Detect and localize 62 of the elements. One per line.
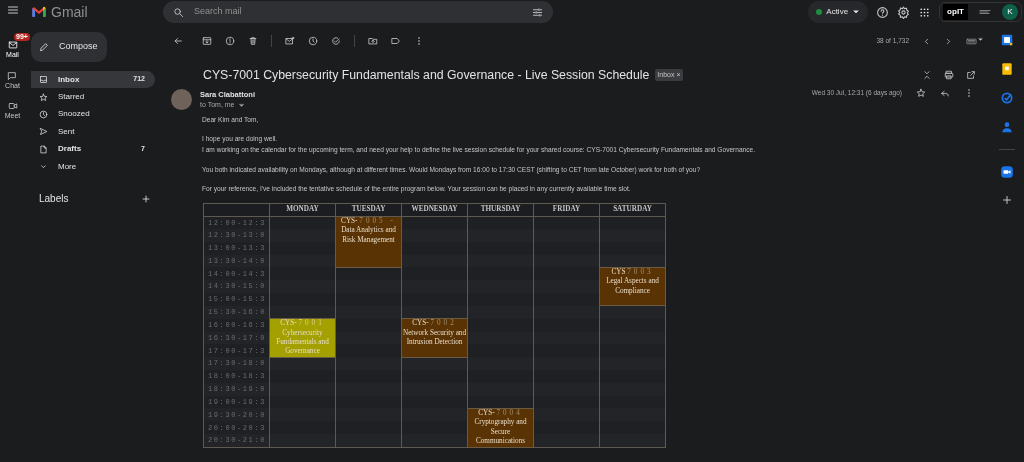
add-task-icon[interactable] [331,36,341,46]
search-icon[interactable] [173,6,184,18]
compose-button[interactable]: Compose [31,32,107,62]
snooze-icon[interactable] [308,36,318,46]
inbox-icon [39,75,48,85]
settings-icon[interactable] [897,5,911,19]
mail-icon [7,40,18,50]
print-icon[interactable] [944,70,954,80]
file-icon [39,144,48,154]
next-icon[interactable] [944,36,953,46]
caret-icon[interactable] [237,102,245,109]
clock-icon [39,109,48,119]
send-icon [39,127,48,137]
chat-icon [7,70,18,81]
note-icon[interactable] [1000,62,1014,76]
sidebar-item[interactable]: Snoozed [31,105,155,124]
sender-avatar [171,89,192,110]
sidebar-item[interactable]: More [31,157,155,176]
filter-icon[interactable] [532,6,543,18]
report-icon[interactable] [225,36,235,46]
label-icon[interactable] [391,36,401,46]
add-icon[interactable] [141,193,151,204]
sidebar-item[interactable]: Sent [31,123,155,141]
mail-unread-icon[interactable] [285,36,295,46]
menu-icon[interactable] [6,4,19,16]
star-icon [39,92,48,102]
pencil-icon [39,42,49,52]
previous-icon[interactable] [922,36,931,46]
nav-label: Sent [58,125,75,138]
tasks-icon[interactable] [1000,91,1014,105]
calendar-icon[interactable] [1000,33,1014,47]
search-bar[interactable]: Search mail [163,1,553,23]
reply-icon[interactable] [940,88,950,98]
star-icon[interactable] [916,88,926,98]
add-icon[interactable] [1001,194,1013,206]
nav-label: Inbox [58,73,80,86]
email-subject: CYS-7001 Cybersecurity Fundamentals and Governance - Live Session Schedule [203,66,650,84]
mail-logo-icon [31,4,47,20]
help-icon[interactable] [876,5,890,19]
organization-logo: opIT [943,4,968,20]
caret-icon [852,8,861,16]
nav-label: Starred [58,91,85,104]
status-button[interactable]: Active [808,1,869,23]
archive-icon[interactable] [202,36,212,46]
nav-label: Drafts [58,143,82,156]
video-icon [7,101,18,111]
account-avatar[interactable]: K [1002,4,1018,20]
back-icon[interactable] [173,36,183,46]
brand-name: Gmail [51,2,88,22]
open-new-window-icon[interactable] [966,70,976,80]
move-icon[interactable] [368,36,378,46]
apps-icon[interactable] [918,5,932,19]
nav-label: Snoozed [58,108,90,121]
labels-heading: Labels [39,192,69,207]
nav-label: More [58,160,77,173]
delete-icon[interactable] [248,36,258,46]
video-call-icon[interactable] [1000,165,1014,179]
collapse-icon[interactable] [922,70,932,80]
contacts-icon[interactable] [1000,120,1014,134]
sidebar-item[interactable]: Starred [31,88,155,106]
search-field[interactable]: Search mail [192,4,524,20]
caret-icon[interactable] [977,35,984,43]
